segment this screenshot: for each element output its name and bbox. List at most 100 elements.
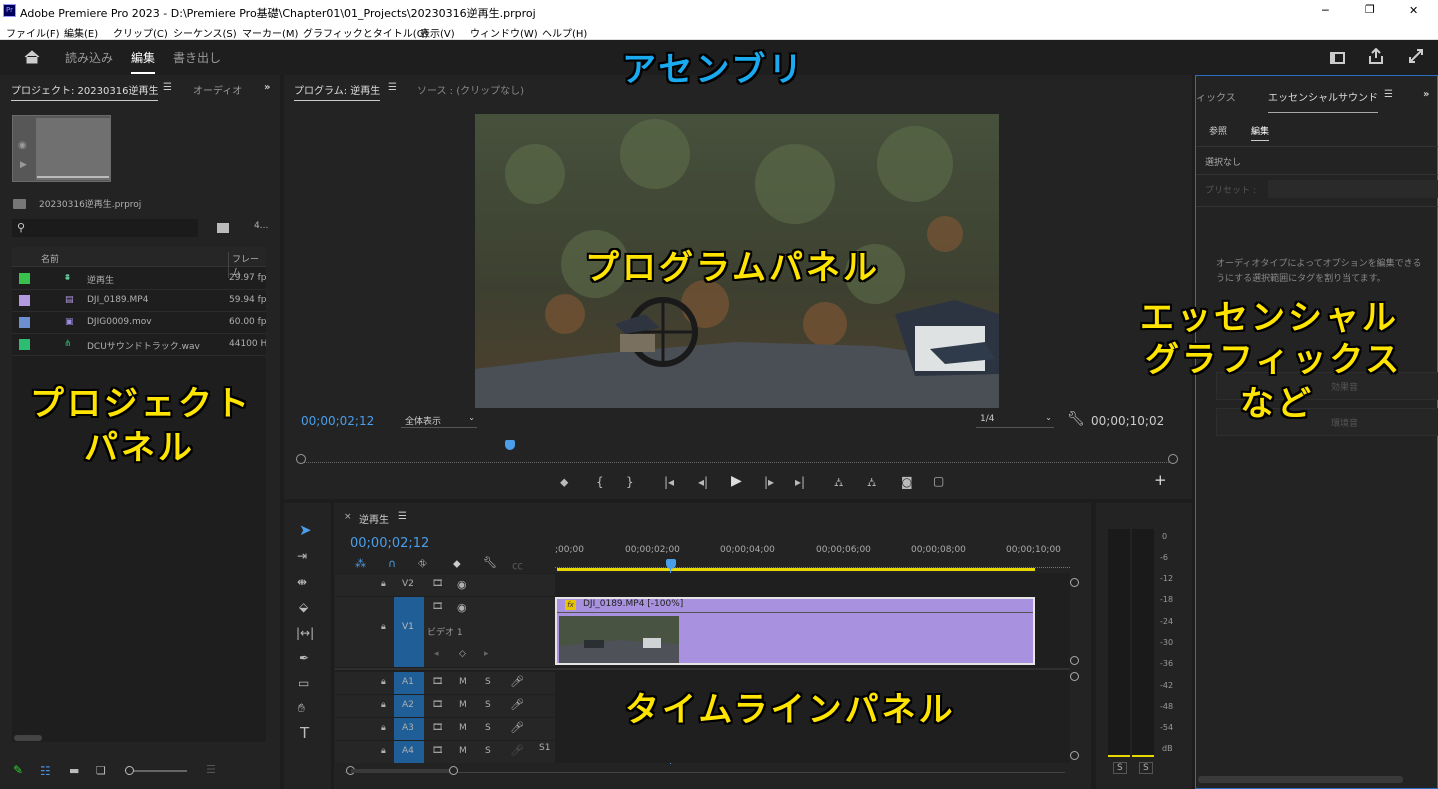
sync-icon[interactable]: 🎞︎ [432, 579, 443, 589]
close-icon[interactable]: × [344, 512, 352, 522]
razor-tool-icon[interactable]: ⬙ [299, 601, 308, 613]
next-keyframe-icon[interactable]: ▸ [484, 649, 489, 659]
workspace-tab-export[interactable]: 書き出し [173, 49, 221, 66]
tab-graphics[interactable]: ィックス [1196, 89, 1236, 104]
column-name[interactable]: 名前 [41, 252, 59, 265]
panel-menu-icon[interactable]: ☰ [398, 511, 407, 522]
keyframe-icon[interactable]: ◇ [459, 649, 466, 659]
panel-toggle-icon[interactable] [1330, 52, 1345, 64]
ripple-edit-tool-icon[interactable]: ⇼ [297, 576, 307, 588]
horizontal-scroll[interactable] [345, 766, 1065, 775]
sync-icon[interactable]: 🎞︎ [432, 700, 443, 710]
tab-project[interactable]: プロジェクト: 20230316逆再生 [11, 82, 159, 101]
mark-in-icon[interactable]: { [596, 476, 604, 488]
playback-scrubber[interactable] [296, 440, 1178, 464]
microphone-icon[interactable]: 🎤︎ [510, 721, 524, 734]
mute-button[interactable]: M [459, 677, 467, 687]
lift-icon[interactable]: ⛼ [834, 476, 843, 488]
sync-icon[interactable]: 🎞︎ [432, 677, 443, 687]
pen-tool-icon[interactable]: ✒ [299, 652, 309, 664]
menu-graphics[interactable]: グラフィックとタイトル(G) [303, 25, 428, 40]
sort-icon[interactable]: ☰ [206, 763, 216, 776]
lock-icon[interactable]: 🔒︎ [381, 700, 386, 710]
sync-icon[interactable]: 🎞︎ [432, 723, 443, 733]
menu-edit[interactable]: 編集(E) [64, 25, 98, 40]
vertical-scroll-audio[interactable] [1070, 672, 1079, 760]
scrollbar[interactable] [14, 735, 42, 741]
track-label[interactable]: V2 [402, 579, 414, 589]
go-to-in-icon[interactable]: |◂ [664, 476, 674, 488]
zoom-select[interactable]: 全体表示 ⌄ [401, 413, 477, 428]
mute-button[interactable]: M [459, 723, 467, 733]
video-clip[interactable]: fx DJI_0189.MP4 [-100%] [555, 597, 1035, 665]
panel-menu-icon[interactable]: ☰ [388, 82, 397, 93]
go-to-out-icon[interactable]: ▸| [795, 476, 805, 488]
lock-icon[interactable]: 🔒︎ [381, 746, 386, 756]
tab-sequence[interactable]: 逆再生 [359, 511, 389, 526]
source-patch-a4[interactable]: A4 [394, 741, 424, 763]
add-marker-icon[interactable]: ⬥ [453, 557, 461, 571]
lock-icon[interactable]: 🔒︎ [381, 622, 386, 632]
icon-view-icon[interactable]: ▬ [69, 764, 79, 777]
hand-tool-icon[interactable]: ✋︎ [298, 702, 305, 714]
eye-icon[interactable]: ◉ [457, 578, 467, 591]
add-marker-icon[interactable]: ⬥ [560, 476, 568, 488]
captions-icon[interactable]: ㏄ [512, 557, 523, 573]
subtab-edit[interactable]: 編集 [1251, 124, 1270, 141]
list-item[interactable]: ⩩ 逆再生 29.97 fps [12, 268, 266, 290]
prev-keyframe-icon[interactable]: ◂ [434, 649, 439, 659]
search-input[interactable]: ⚲ [12, 219, 198, 237]
mute-button[interactable]: M [459, 746, 467, 756]
current-timecode[interactable]: 00;00;02;12 [301, 414, 374, 428]
panel-menu-icon[interactable]: ☰ [163, 82, 172, 93]
overflow-icon[interactable]: » [1423, 89, 1429, 100]
resolution-select[interactable]: 1/4 ⌄ [976, 413, 1054, 428]
step-back-icon[interactable]: ◂| [698, 476, 708, 488]
workspace-tab-edit[interactable]: 編集 [131, 49, 156, 74]
tab-program[interactable]: プログラム: 逆再生 [294, 82, 381, 101]
rectangle-tool-icon[interactable]: ▭ [298, 677, 309, 689]
list-item[interactable]: ▤ DJI_0189.MP4 59.94 fps [12, 290, 266, 312]
source-patch-a3[interactable]: A3 [394, 718, 424, 740]
microphone-icon[interactable]: 🎤︎ [510, 698, 524, 711]
vertical-scroll-video[interactable] [1070, 578, 1079, 665]
solo-button[interactable]: S [485, 723, 491, 733]
menu-file[interactable]: ファイル(F) [6, 25, 60, 40]
subtab-browse[interactable]: 参照 [1209, 124, 1227, 137]
type-tool-icon[interactable]: T [300, 726, 309, 741]
eye-icon[interactable]: ◉ [457, 601, 467, 614]
sync-icon[interactable]: 🎞︎ [432, 746, 443, 756]
new-bin-icon[interactable] [217, 223, 229, 233]
microphone-icon[interactable]: 🎤︎ [510, 675, 524, 688]
add-button-icon[interactable]: + [1154, 473, 1167, 488]
play-icon[interactable]: ▶ [731, 474, 742, 488]
menu-clip[interactable]: クリップ(C) [113, 25, 168, 40]
snap-icon[interactable]: ∩ [388, 557, 396, 570]
slip-tool-icon[interactable]: |↔| [296, 627, 314, 639]
linked-selection-icon[interactable]: ⛗ [418, 557, 427, 571]
sync-icon[interactable]: 🎞︎ [432, 602, 443, 612]
mark-out-icon[interactable]: } [626, 476, 634, 488]
preset-select[interactable] [1268, 180, 1438, 198]
microphone-icon[interactable]: 🎤︎ [510, 744, 524, 757]
tab-essential-sound[interactable]: エッセンシャルサウンド [1268, 89, 1378, 113]
list-item[interactable]: ⋔ DCUサウンドトラック.wav 44100 Hz [12, 334, 266, 356]
step-forward-icon[interactable]: |▸ [764, 476, 774, 488]
lock-icon[interactable]: 🔒︎ [381, 723, 386, 733]
solo-right-button[interactable]: S [1139, 762, 1153, 774]
wrench-icon[interactable]: 🔧︎ [1067, 411, 1085, 427]
pencil-icon[interactable]: ✎ [13, 763, 23, 777]
share-icon[interactable] [1368, 47, 1384, 64]
source-patch-a1[interactable]: A1 [394, 672, 424, 694]
minimize-icon[interactable]: ─ [1322, 4, 1329, 17]
selection-tool-icon[interactable]: ➤ [299, 523, 312, 538]
scrubber-playhead[interactable] [505, 440, 516, 450]
source-patch-a2[interactable]: A2 [394, 695, 424, 717]
source-patch-v1[interactable]: V1 [394, 597, 424, 667]
zoom-slider[interactable] [125, 766, 187, 775]
scrollbar[interactable] [1198, 776, 1403, 783]
comparison-view-icon[interactable]: ▢ [933, 475, 944, 487]
maximize-icon[interactable]: ❐ [1365, 3, 1375, 16]
menu-window[interactable]: ウィンドウ(W) [470, 25, 538, 40]
solo-left-button[interactable]: S [1113, 762, 1127, 774]
